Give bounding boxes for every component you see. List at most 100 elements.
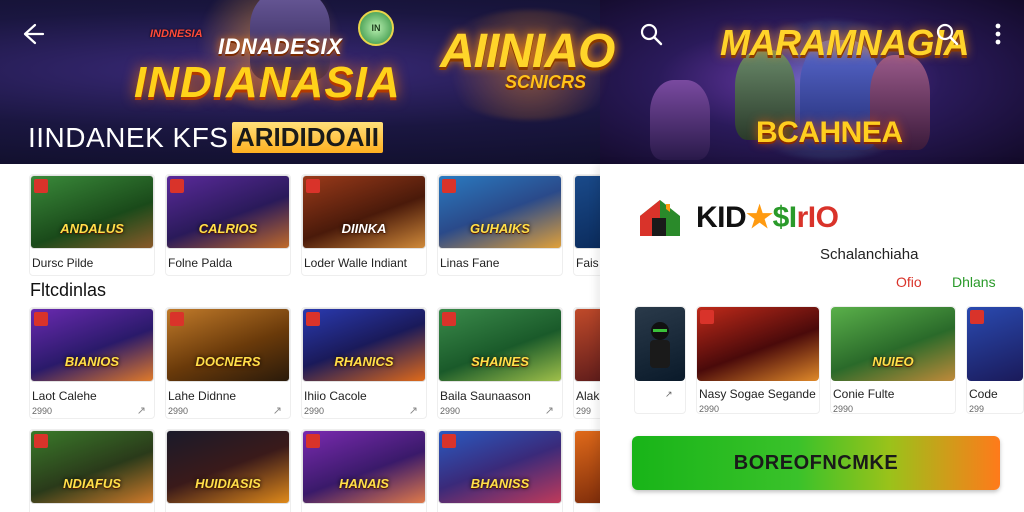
game-thumbnail-title: HANAIS [339, 476, 389, 491]
banner-logo-right-sub: BCAHNEA [756, 116, 903, 149]
banner-logo-small: INDNESIA [150, 28, 203, 40]
game-card[interactable]: SHAINES Baila Saunaason 2990 ↗ [437, 307, 563, 419]
rank-badge [306, 312, 320, 326]
game-thumbnail-title: CALRIOS [198, 221, 258, 236]
game-thumbnail-title: HUIDIASIS [195, 476, 261, 491]
game-thumbnail: ANDALUS [30, 175, 154, 249]
panel-subtitle: Schalanchiaha [820, 246, 919, 263]
game-meta: 2990 [304, 406, 325, 416]
game-thumbnail-title: BHANISS [470, 476, 530, 491]
game-thumbnail-title: SHAINES [471, 354, 529, 369]
rank-badge [34, 312, 48, 326]
banner-logo-main: INDIANASIA [134, 58, 401, 107]
game-title: Loder Walle Indiant [304, 256, 407, 270]
game-thumbnail: HANAIS [302, 430, 426, 504]
share-icon[interactable]: ↗ [137, 404, 146, 417]
game-title: Dursc Pilde [32, 256, 94, 270]
game-card[interactable]: HANAIS [301, 429, 427, 512]
game-thumbnail-title: DOCNERS [195, 354, 261, 369]
banner-logo-aux-sub: SCNICRS [505, 72, 587, 92]
game-title: Lahe Didnne [168, 389, 237, 403]
panel-title-part: KID [696, 201, 747, 234]
house-logo-icon [636, 196, 684, 240]
back-arrow-icon[interactable] [18, 20, 46, 48]
game-card[interactable]: HUIDIASIS [165, 429, 291, 512]
game-thumbnail: DOCNERS [166, 308, 290, 382]
game-thumbnail-title: BIANIOS [64, 354, 120, 369]
game-thumbnail-title: GUHAIKS [470, 221, 530, 236]
search-icon[interactable] [637, 20, 665, 48]
game-thumbnail: BHANISS [438, 430, 562, 504]
game-title: Ihiio Cacole [304, 389, 367, 403]
game-thumbnail: HUIDIASIS [166, 430, 290, 504]
game-thumbnail: RHANICS [302, 308, 426, 382]
rank-badge [700, 310, 714, 324]
rank-badge [442, 434, 456, 448]
game-meta: 2990 [833, 404, 854, 414]
panel-title-part: rIO [796, 201, 839, 234]
game-thumbnail-title: NDIAFUS [63, 476, 121, 491]
rank-badge [170, 179, 184, 193]
game-card[interactable]: NDIAFUS [29, 429, 155, 512]
game-title: Baila Saunaason [440, 389, 531, 403]
panel-title: KID★$IrIO [696, 200, 839, 235]
game-card[interactable]: BHANISS [437, 429, 563, 512]
game-thumbnail: GUHAIKS [438, 175, 562, 249]
detail-panel: KID★$IrIO Schalanchiaha Ofio Dhlans ↗ Na… [600, 164, 1024, 512]
app-screen: INDNESIA IN IDNADESIX INDIANASIA AIINIAO… [0, 0, 1024, 512]
game-title: Folne Palda [168, 256, 233, 270]
ninja-icon [650, 322, 670, 368]
hero-figure [650, 80, 710, 160]
search-icon[interactable] [933, 20, 961, 48]
game-title: Linas Fane [440, 256, 500, 270]
banner-logo-top: IDNADESIX [218, 34, 343, 59]
star-icon: ★ [746, 201, 773, 234]
game-thumbnail: BIANIOS [30, 308, 154, 382]
game-title: Code [969, 387, 998, 401]
game-thumbnail: SHAINES [438, 308, 562, 382]
banner-badge-icon: IN [358, 10, 394, 46]
panel-game-card[interactable]: Code 299 [966, 306, 1024, 414]
panel-game-card[interactable]: ↗ [634, 306, 686, 414]
rank-badge [34, 179, 48, 193]
share-icon[interactable]: ↗ [545, 404, 554, 417]
game-title: Nasy Sogae Segande [699, 387, 816, 401]
game-meta: 2990 [32, 406, 53, 416]
game-thumbnail [967, 307, 1023, 381]
rank-badge [306, 179, 320, 193]
game-card[interactable]: BIANIOS Laot Calehe 2990 ↗ [29, 307, 155, 419]
game-thumbnail: NDIAFUS [30, 430, 154, 504]
share-icon[interactable]: ↗ [665, 389, 685, 400]
tab-offers[interactable]: Ofio [896, 274, 922, 290]
share-icon[interactable]: ↗ [273, 404, 282, 417]
primary-action-button[interactable]: BOREOFNCMKE [632, 436, 1000, 490]
more-vertical-icon[interactable] [984, 20, 1012, 48]
game-card[interactable]: DIINKA Loder Walle Indiant [301, 174, 427, 276]
section-title: Fltcdinlas [30, 280, 107, 300]
game-card[interactable]: ANDALUS Dursc Pilde [29, 174, 155, 276]
panel-title-part: $I [772, 201, 798, 234]
game-meta: 2990 [699, 404, 720, 414]
share-icon[interactable]: ↗ [409, 404, 418, 417]
game-thumbnail: DIINKA [302, 175, 426, 249]
game-thumbnail-title: ANDALUS [60, 221, 124, 236]
panel-game-card[interactable]: Nasy Sogae Segande 2990 [696, 306, 820, 414]
rank-badge [34, 434, 48, 448]
game-thumbnail-title: NUIEO [872, 354, 914, 369]
banner-caption-accent: ARIDIDOAII [232, 122, 383, 153]
game-thumbnail: CALRIOS [166, 175, 290, 249]
game-thumbnail: NUIEO [831, 307, 955, 381]
banner-logo-aux: AIINIAO [440, 25, 615, 78]
hero-banner: INDNESIA IN IDNADESIX INDIANASIA AIINIAO… [0, 0, 1024, 164]
game-card[interactable]: DOCNERS Lahe Didnne 2990 ↗ [165, 307, 291, 419]
game-card[interactable]: CALRIOS Folne Palda [165, 174, 291, 276]
game-thumbnail [697, 307, 819, 381]
tab-plans[interactable]: Dhlans [952, 274, 996, 290]
game-card[interactable]: RHANICS Ihiio Cacole 2990 ↗ [301, 307, 427, 419]
game-meta: 2990 [168, 406, 189, 416]
game-thumbnail-title: DIINKA [341, 221, 387, 236]
rank-badge [442, 179, 456, 193]
panel-game-card[interactable]: NUIEO Conie Fulte 2990 [830, 306, 956, 414]
game-card[interactable]: GUHAIKS Linas Fane [437, 174, 563, 276]
game-meta: 2990 [440, 406, 461, 416]
